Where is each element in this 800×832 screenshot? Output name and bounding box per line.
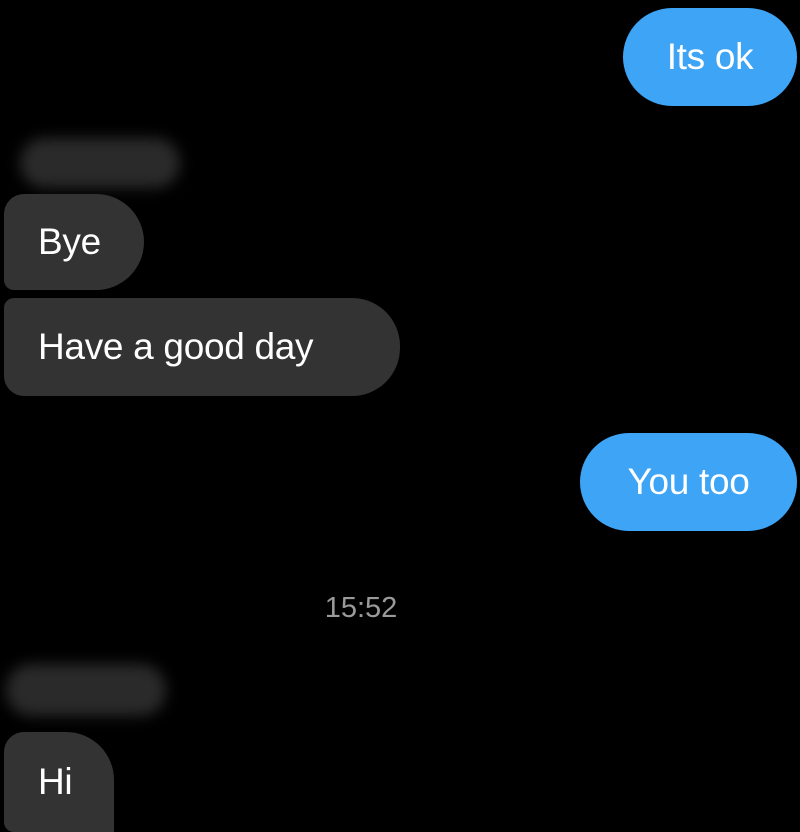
message-text: You too [627,461,750,502]
message-bubble-incoming[interactable]: Bye [4,194,144,290]
sender-name-redacted [6,664,166,716]
message-text: Have a good day [38,326,314,367]
message-bubble-outgoing[interactable]: You too [580,433,797,531]
message-timestamp: 15:52 [324,592,398,624]
sender-name-redacted [20,138,180,188]
message-text: Hi [38,761,73,802]
message-bubble-incoming[interactable]: Have a good day [4,298,400,396]
message-bubble-outgoing[interactable]: Its ok [623,8,797,106]
message-bubble-incoming[interactable]: Hi [4,732,114,832]
message-text: Its ok [666,36,754,77]
message-text: Bye [38,221,101,262]
